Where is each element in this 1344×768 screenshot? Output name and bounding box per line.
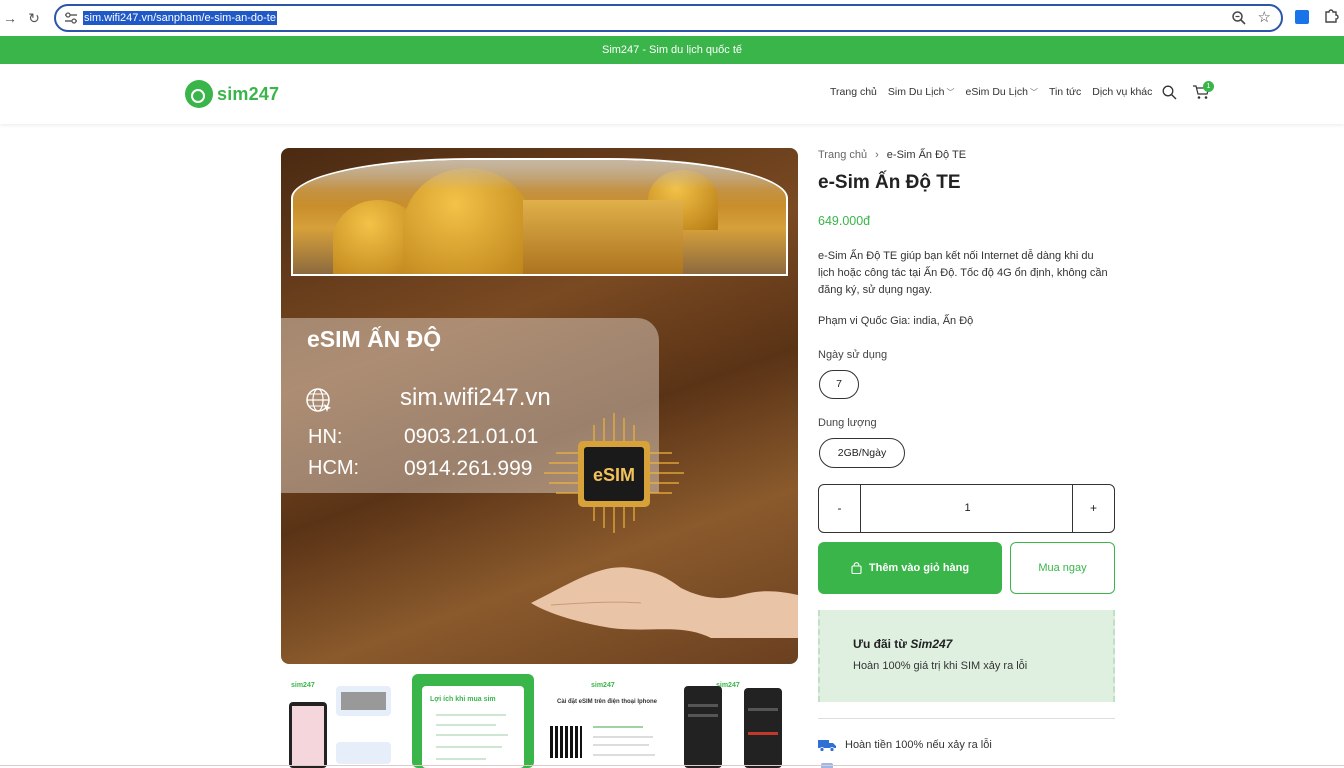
breadcrumb-home[interactable]: Trang chủ <box>818 149 867 161</box>
chip-label: eSIM <box>593 465 635 485</box>
page-bottom-edge <box>0 765 1344 766</box>
thumb-install-title: Cài đặt eSIM trên điện thoại Iphone <box>557 699 658 705</box>
thumbnail-2[interactable]: Lợi ích khi mua sim <box>412 674 534 768</box>
product-thumbnails: sim247 Lợi ích khi mua sim sim247 Cài đặ… <box>281 674 798 768</box>
globe-cursor-icon <box>306 388 331 412</box>
hcm-label: HCM: <box>308 457 360 479</box>
search-icon[interactable] <box>1162 85 1177 100</box>
breadcrumb: Trang chủ › e-Sim Ấn Độ TE <box>818 149 966 161</box>
quantity-increase-button[interactable]: + <box>1072 485 1114 532</box>
nav-item-home[interactable]: Trang chủ <box>830 86 877 98</box>
hn-label: HN: <box>308 426 343 448</box>
chevron-down-icon: ﹀ <box>946 88 955 97</box>
breadcrumb-current: e-Sim Ấn Độ TE <box>886 149 967 161</box>
esim-website-text: sim.wifi247.vn <box>400 384 551 411</box>
forward-icon[interactable]: → <box>0 8 20 28</box>
india-palace-photo <box>291 158 788 276</box>
thumbnail-1[interactable]: sim247 <box>281 674 403 768</box>
quantity-input[interactable]: 1 <box>861 485 1074 532</box>
zoom-icon[interactable] <box>1231 10 1247 26</box>
add-to-cart-label: Thêm vào giỏ hàng <box>868 562 970 574</box>
announcement-text: Sim247 - Sim du lịch quốc tế <box>601 44 742 56</box>
nav-item-esim-du-lich[interactable]: eSim Du Lịch ﹀ <box>966 86 1038 98</box>
thumbnail-3[interactable]: sim247 Cài đặt eSIM trên điện thoại Ipho… <box>543 674 665 768</box>
site-logo[interactable]: sim247 <box>185 79 279 109</box>
data-option-button[interactable]: 2GB/Ngày <box>819 438 905 468</box>
hand-image <box>531 567 798 638</box>
logo-mark-icon <box>185 80 213 108</box>
promo-title: Ưu đãi từ Sim247 <box>853 637 953 651</box>
benefit-refund-text: Hoàn tiền 100% nếu xảy ra lỗi <box>845 739 992 751</box>
truck-icon <box>818 739 836 752</box>
promo-box: Ưu đãi từ Sim247 Hoàn 100% giá trị khi S… <box>818 610 1115 702</box>
extensions-icon[interactable] <box>1323 8 1339 24</box>
product-price: 649.000đ <box>818 214 871 228</box>
buy-now-button[interactable]: Mua ngay <box>1010 542 1115 594</box>
cart-count-badge: 1 <box>1203 81 1214 92</box>
chevron-right-icon: › <box>875 149 879 161</box>
quantity-decrease-button[interactable]: - <box>819 485 861 532</box>
hcm-phone: 0914.261.999 <box>404 457 533 480</box>
nav-item-sim-du-lich[interactable]: Sim Du Lịch ﹀ <box>888 86 955 98</box>
nav-item-dich-vu-khac[interactable]: Dịch vụ khác <box>1092 86 1152 98</box>
esim-chip-icon: eSIM <box>544 413 684 533</box>
browser-toolbar: → ↻ sim.wifi247.vn/sanpham/e-sim-an-do-t… <box>0 0 1344 36</box>
bookmark-star-icon[interactable]: ☆ <box>1258 8 1271 26</box>
days-label: Ngày sử dụng <box>818 349 888 361</box>
product-scope: Phạm vi Quốc Gia: india, Ấn Độ <box>818 315 974 327</box>
thumbnail-4[interactable]: sim247 <box>674 674 796 768</box>
address-bar[interactable]: sim.wifi247.vn/sanpham/e-sim-an-do-te ☆ <box>54 4 1283 32</box>
data-label: Dung lượng <box>818 417 877 429</box>
site-header: sim247 Trang chủ Sim Du Lịch ﹀ eSim Du Lị… <box>0 64 1344 124</box>
thumb-benefits-title: Lợi ích khi mua sim <box>430 696 496 703</box>
product-main-image[interactable]: eSIM ẤN ĐỘ sim.wifi247.vn HN: 0903.21.01… <box>281 148 798 664</box>
divider <box>818 718 1115 719</box>
download-icon[interactable] <box>1295 10 1309 24</box>
hn-phone: 0903.21.01.01 <box>404 425 539 448</box>
main-nav: Trang chủ Sim Du Lịch ﹀ eSim Du Lịch ﹀ Tin… <box>830 86 1163 98</box>
esim-card-title: eSIM ẤN ĐỘ <box>307 326 442 352</box>
promo-text: Hoàn 100% giá trị khi SIM xảy ra lỗi <box>853 660 1028 672</box>
reload-icon[interactable]: ↻ <box>24 8 44 28</box>
quantity-stepper: - 1 + <box>818 484 1115 533</box>
add-to-cart-button[interactable]: Thêm vào giỏ hàng <box>818 542 1002 594</box>
product-title: e-Sim Ấn Độ TE <box>818 172 961 193</box>
thumb-logo: sim247 <box>291 682 315 689</box>
days-option-button[interactable]: 7 <box>819 370 859 399</box>
chevron-down-icon: ﹀ <box>1029 88 1038 97</box>
url-text[interactable]: sim.wifi247.vn/sanpham/e-sim-an-do-te <box>83 11 277 25</box>
logo-text: sim247 <box>217 83 280 104</box>
nav-item-tin-tuc[interactable]: Tin tức <box>1049 86 1081 98</box>
site-settings-icon[interactable] <box>64 12 78 24</box>
qr-code-icon <box>550 726 582 758</box>
product-description: e-Sim Ấn Độ TE giúp bạn kết nối Internet… <box>818 250 1108 296</box>
announcement-bar: Sim247 - Sim du lịch quốc tế <box>0 36 1344 64</box>
shopping-bag-icon <box>851 562 862 574</box>
benefit-refund: Hoàn tiền 100% nếu xảy ra lỗi <box>818 737 992 753</box>
thumb-logo: sim247 <box>591 682 615 689</box>
promo-brand: Sim247 <box>910 637 953 651</box>
